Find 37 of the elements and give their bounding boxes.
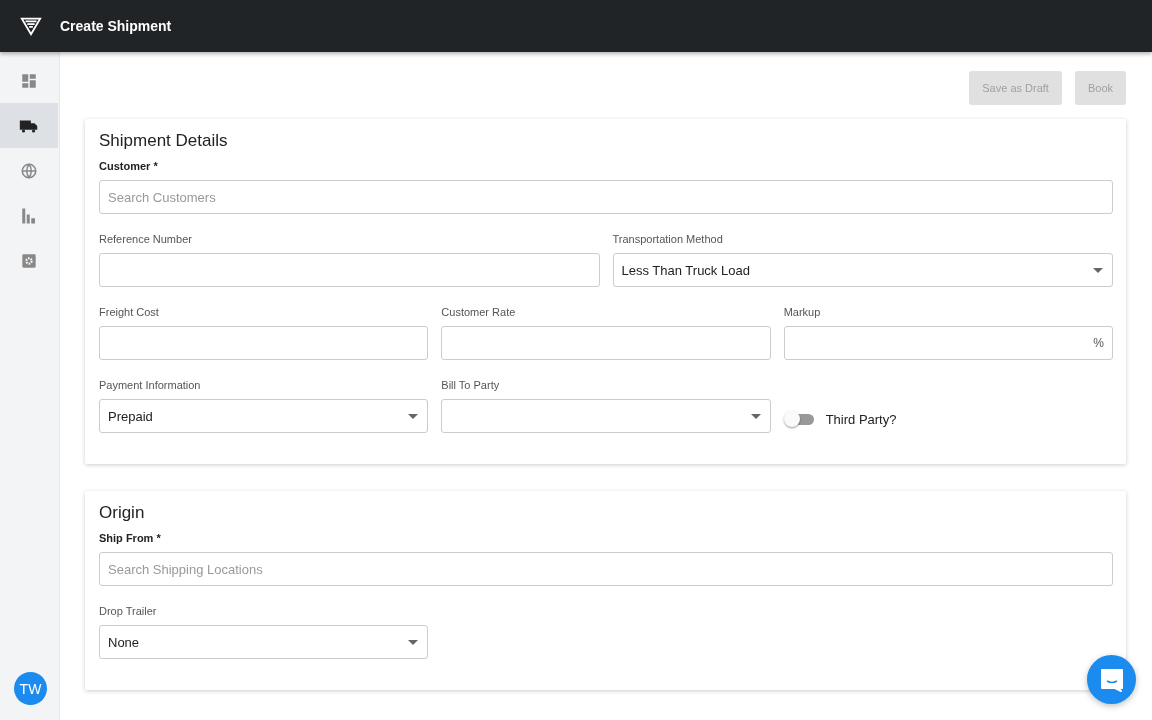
input-field[interactable] — [99, 253, 600, 287]
dashboard-icon — [20, 71, 38, 90]
field-label: Bill To Party — [441, 379, 501, 391]
search-field[interactable]: Search Customers — [99, 180, 1113, 214]
section-title: Shipment Details — [99, 131, 229, 151]
field-label: Customer Rate — [441, 306, 517, 318]
section-title: Origin — [99, 503, 146, 523]
field-label: Payment Information — [99, 379, 202, 391]
field-label: Transportation Method — [612, 233, 724, 245]
chat-icon — [1098, 666, 1125, 693]
field-label: Customer * — [99, 160, 159, 172]
field-label: Ship From * — [99, 532, 162, 544]
select-field[interactable]: None — [99, 625, 429, 659]
caret-icon — [750, 413, 761, 419]
input-field[interactable] — [783, 326, 1113, 360]
input-field[interactable] — [441, 326, 771, 360]
field-label: Markup — [783, 306, 822, 318]
select-field[interactable] — [441, 399, 771, 433]
field-label: Reference Number — [99, 233, 193, 245]
page-title: Create Shipment — [60, 18, 172, 34]
logo-icon — [20, 15, 42, 37]
field-label: Drop Trailer — [99, 605, 158, 617]
input-field[interactable] — [99, 326, 429, 360]
user-avatar[interactable]: TW — [14, 672, 47, 705]
field-label: Freight Cost — [99, 306, 160, 318]
caret-icon — [408, 639, 419, 645]
globe-icon — [20, 161, 38, 180]
caret-icon — [408, 413, 419, 419]
nav-item[interactable] — [0, 103, 58, 148]
search-field[interactable]: Search Shipping Locations — [99, 552, 1113, 586]
caret-icon — [1093, 267, 1103, 273]
toggle-switch[interactable] — [785, 413, 814, 425]
settings-icon — [21, 252, 37, 269]
toggle-label: Third Party? — [825, 411, 897, 427]
percent-suffix: % — [1093, 336, 1104, 350]
select-field[interactable]: Prepaid — [99, 399, 429, 433]
select-field[interactable]: Less Than Truck Load — [612, 253, 1113, 287]
